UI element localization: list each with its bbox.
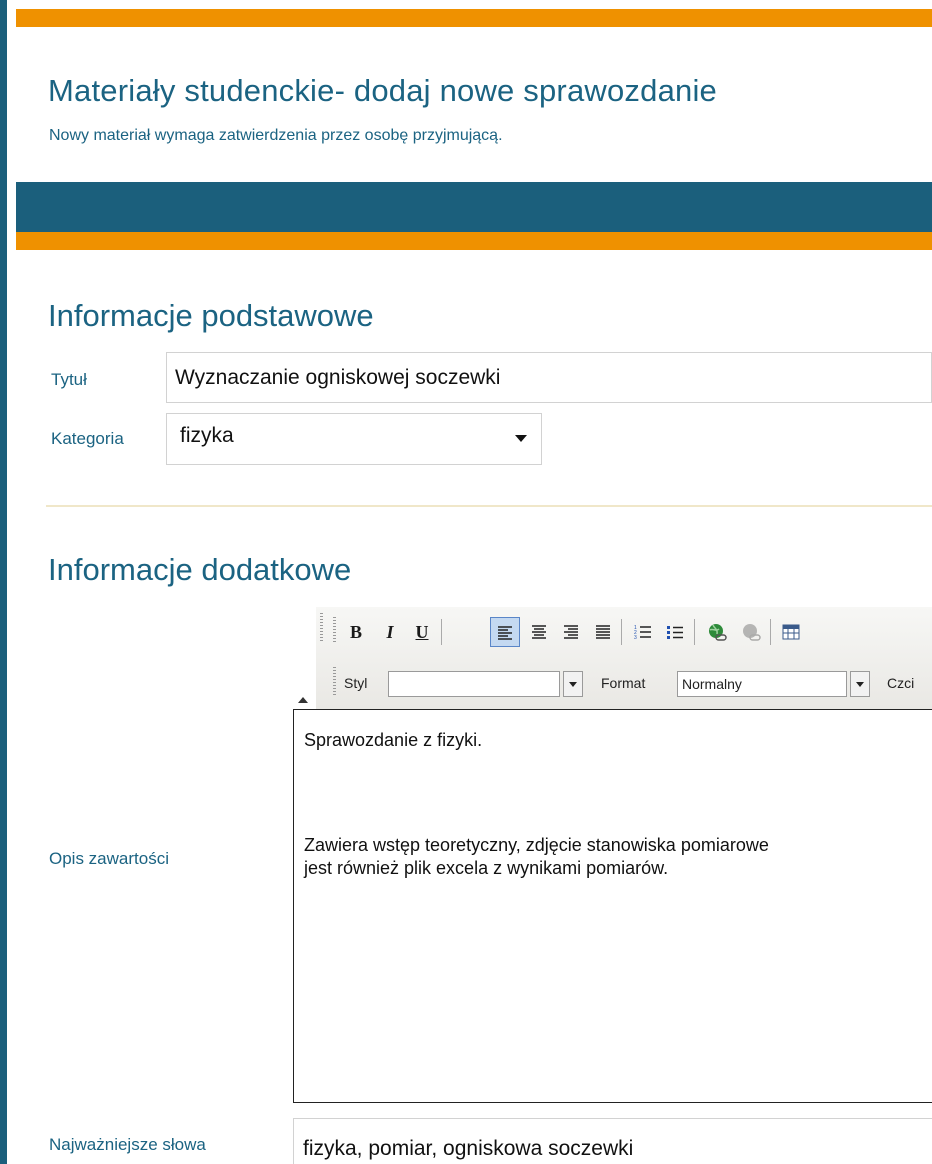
link-icon bbox=[709, 624, 727, 641]
bulleted-list-button[interactable] bbox=[660, 617, 690, 647]
category-label: Kategoria bbox=[51, 429, 124, 448]
font-label: Czci bbox=[887, 675, 915, 691]
numbered-list-icon: 123 bbox=[634, 625, 651, 641]
unlink-icon bbox=[743, 624, 761, 641]
category-select[interactable]: fizyka bbox=[166, 413, 542, 465]
format-select[interactable]: Normalny bbox=[677, 671, 847, 697]
align-left-button[interactable] bbox=[490, 617, 520, 647]
header-orange-band bbox=[16, 232, 932, 250]
category-selected-value: fizyka bbox=[180, 424, 234, 447]
keywords-label: Najważniejsze słowa bbox=[49, 1135, 206, 1154]
style-label: Styl bbox=[344, 675, 368, 691]
section-heading-basic: Informacje podstawowe bbox=[48, 298, 374, 333]
underline-button[interactable]: U bbox=[407, 617, 437, 647]
align-center-icon bbox=[532, 625, 546, 639]
svg-text:3: 3 bbox=[634, 635, 637, 640]
page-subtitle: Nowy materiał wymaga zatwierdzenia przez… bbox=[49, 127, 503, 144]
section-divider bbox=[46, 505, 932, 507]
editor-line: Zawiera wstęp teoretyczny, zdjęcie stano… bbox=[304, 835, 769, 855]
keywords-input[interactable]: fizyka, pomiar, ogniskowa soczewki bbox=[293, 1118, 932, 1164]
style-select[interactable] bbox=[388, 671, 560, 697]
align-right-icon bbox=[564, 625, 578, 639]
toolbar-grip[interactable] bbox=[320, 613, 323, 643]
format-label: Format bbox=[601, 675, 646, 691]
title-input[interactable] bbox=[166, 352, 932, 403]
page-title: Materiały studenckie- dodaj nowe sprawoz… bbox=[48, 73, 717, 108]
toolbar-grip[interactable] bbox=[333, 617, 336, 643]
insert-table-button[interactable] bbox=[776, 617, 806, 647]
insert-link-button[interactable] bbox=[702, 617, 732, 647]
editor-line: jest również plik excela z wynikami pomi… bbox=[304, 858, 669, 878]
description-label: Opis zawartości bbox=[49, 849, 169, 868]
top-orange-band bbox=[16, 9, 932, 27]
chevron-down-icon[interactable] bbox=[850, 671, 870, 697]
numbered-list-button[interactable]: 123 bbox=[628, 617, 658, 647]
align-center-button[interactable] bbox=[524, 617, 554, 647]
editor-toolbar: B I U 123 Styl Format Normalny Czci bbox=[316, 607, 932, 710]
editor-line: Sprawozdanie z fizyki. bbox=[304, 730, 483, 750]
description-editor[interactable]: Sprawozdanie z fizyki. Zawiera wstęp teo… bbox=[293, 709, 932, 1103]
align-right-button[interactable] bbox=[556, 617, 586, 647]
align-left-icon bbox=[498, 626, 512, 640]
align-justify-button[interactable] bbox=[588, 617, 618, 647]
align-justify-icon bbox=[596, 625, 610, 639]
unlink-button[interactable] bbox=[736, 617, 766, 647]
title-label: Tytuł bbox=[51, 370, 87, 389]
toolbar-grip[interactable] bbox=[333, 667, 336, 695]
header-blue-band bbox=[16, 182, 932, 232]
section-heading-extra: Informacje dodatkowe bbox=[48, 552, 352, 587]
bulleted-list-icon bbox=[667, 626, 683, 639]
chevron-down-icon[interactable] bbox=[563, 671, 583, 697]
italic-button[interactable]: I bbox=[375, 617, 405, 647]
left-border bbox=[0, 0, 7, 1164]
table-icon bbox=[782, 624, 800, 640]
chevron-down-icon bbox=[515, 435, 527, 442]
bold-button[interactable]: B bbox=[341, 617, 371, 647]
collapse-toolbar-icon[interactable] bbox=[298, 697, 308, 703]
